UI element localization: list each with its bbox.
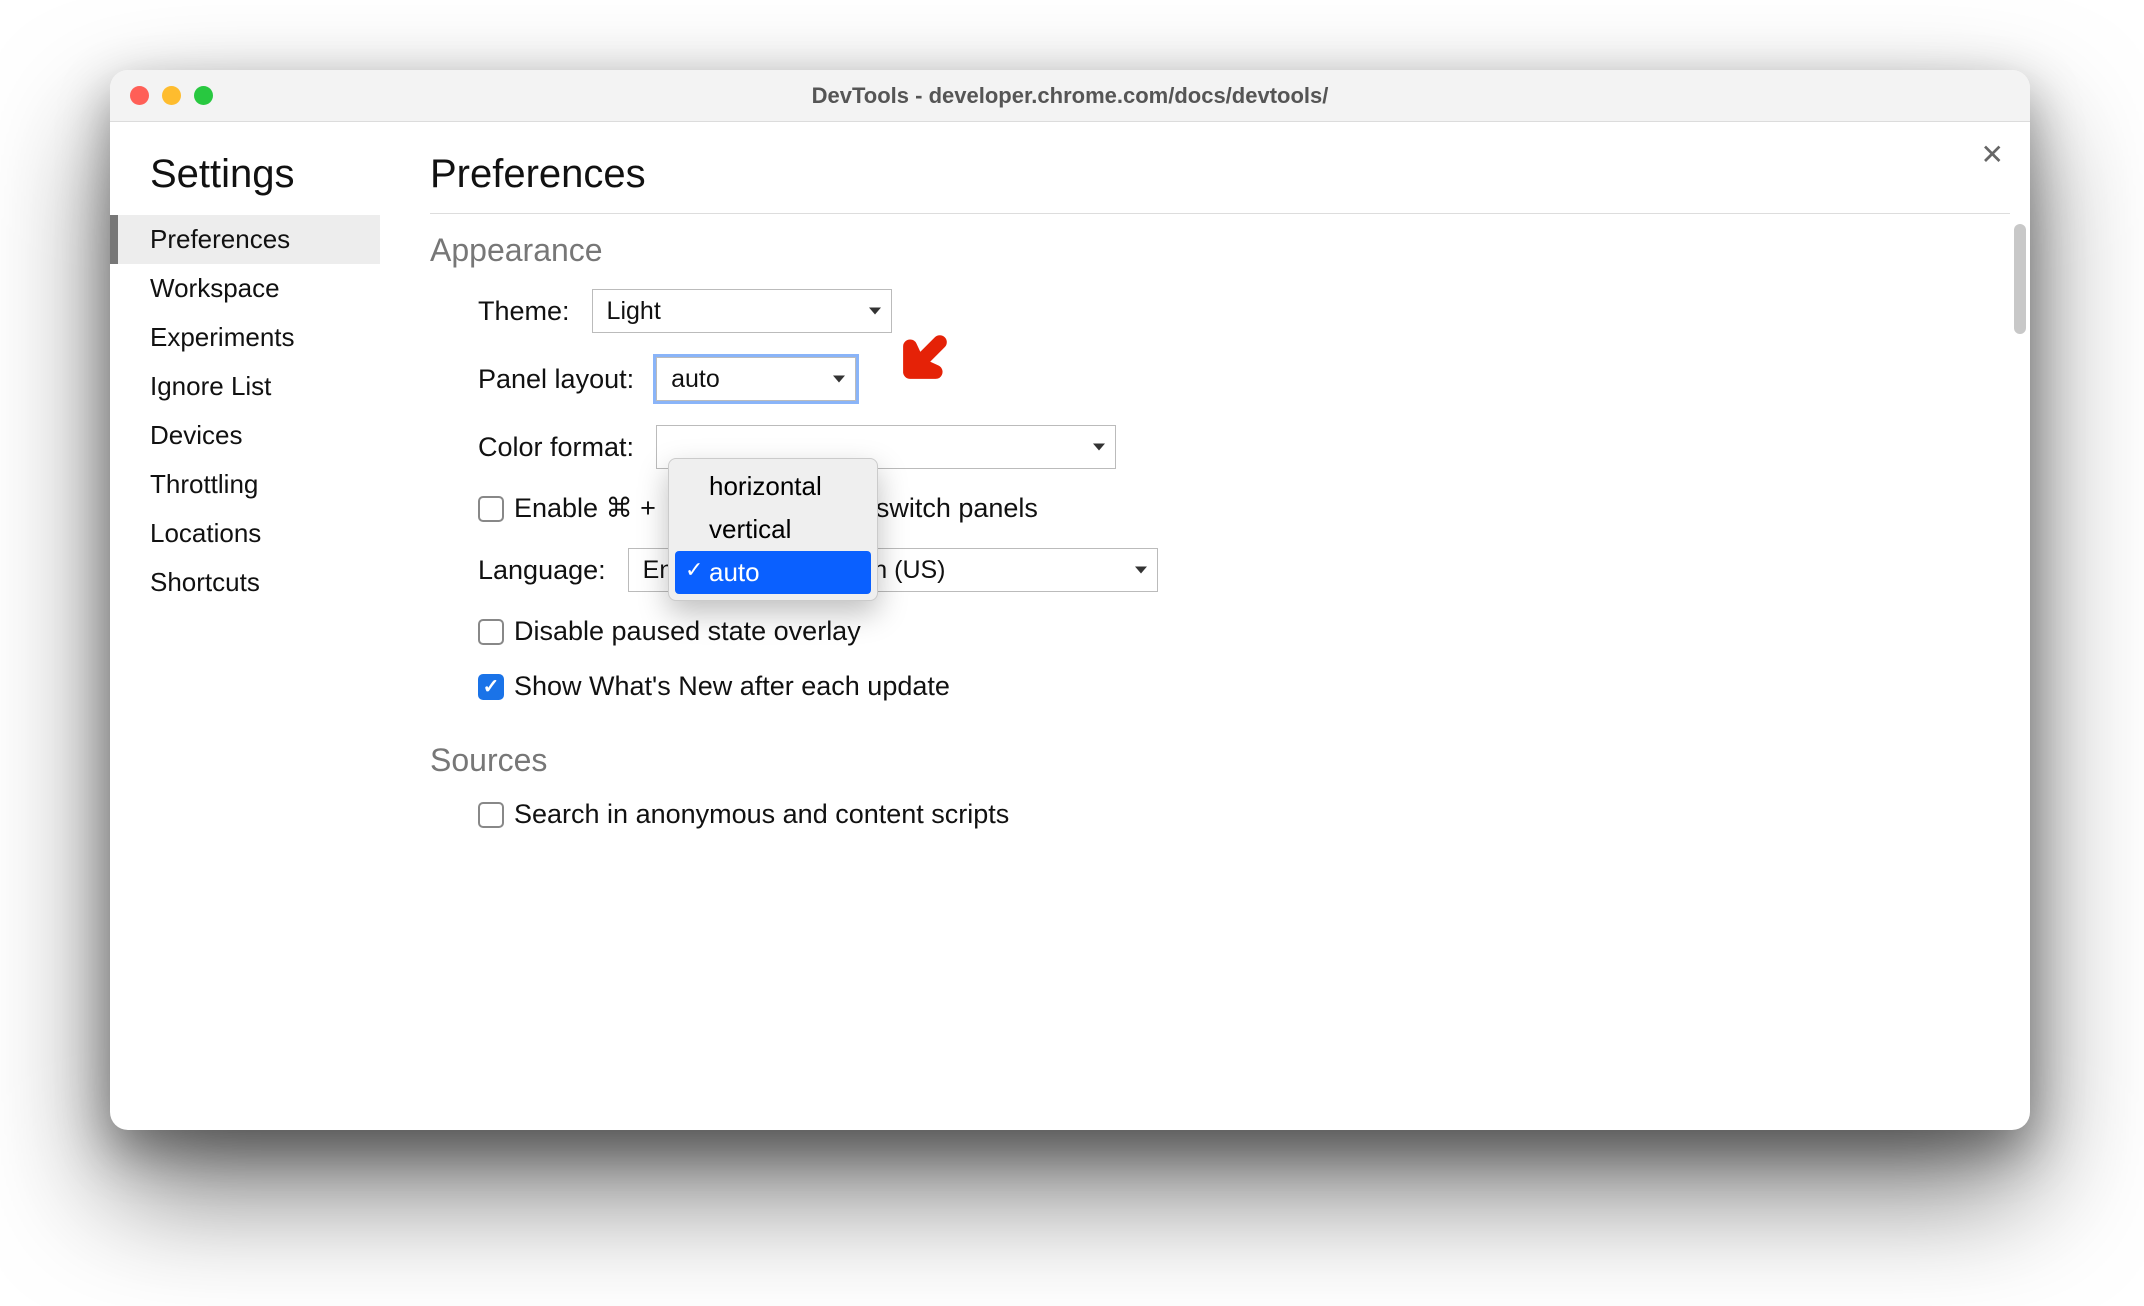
- color-format-row: Color format:: [430, 425, 2010, 469]
- sidebar-item-label: Workspace: [150, 273, 280, 303]
- close-icon[interactable]: ✕: [1981, 138, 2004, 171]
- page-title: Preferences: [430, 152, 2010, 197]
- language-row: Language: English (US) - English (US): [430, 548, 2010, 592]
- dropdown-option-auto[interactable]: auto: [675, 551, 871, 594]
- panel-layout-dropdown: horizontal vertical auto: [668, 458, 878, 601]
- sidebar-item-preferences[interactable]: Preferences: [110, 215, 380, 264]
- traffic-lights: [130, 86, 213, 105]
- sidebar-title: Settings: [110, 152, 380, 215]
- dropdown-option-label: vertical: [709, 514, 791, 544]
- language-label: Language:: [478, 555, 606, 586]
- panel-layout-label: Panel layout:: [478, 364, 634, 395]
- window: DevTools - developer.chrome.com/docs/dev…: [110, 70, 2030, 1130]
- show-whats-new-row: Show What's New after each update: [430, 671, 2010, 702]
- theme-select-value: Light: [607, 297, 661, 326]
- sidebar-item-throttling[interactable]: Throttling: [110, 460, 380, 509]
- sidebar: Settings Preferences Workspace Experimen…: [110, 122, 380, 1130]
- sidebar-item-label: Locations: [150, 518, 261, 548]
- dropdown-option-horizontal[interactable]: horizontal: [675, 465, 871, 508]
- sidebar-item-ignore-list[interactable]: Ignore List: [110, 362, 380, 411]
- sidebar-item-experiments[interactable]: Experiments: [110, 313, 380, 362]
- sidebar-item-devices[interactable]: Devices: [110, 411, 380, 460]
- section-header-sources: Sources: [430, 742, 2010, 779]
- sidebar-item-workspace[interactable]: Workspace: [110, 264, 380, 313]
- panel-layout-select-value: auto: [671, 365, 720, 394]
- chevron-down-icon: [833, 376, 845, 383]
- close-window-button[interactable]: [130, 86, 149, 105]
- sidebar-item-label: Devices: [150, 420, 242, 450]
- sidebar-item-shortcuts[interactable]: Shortcuts: [110, 558, 380, 607]
- theme-row: Theme: Light: [430, 289, 2010, 333]
- scrollbar[interactable]: [2014, 224, 2026, 334]
- divider: [430, 213, 2010, 214]
- panel-layout-row: Panel layout: auto: [430, 357, 2010, 401]
- titlebar: DevTools - developer.chrome.com/docs/dev…: [110, 70, 2030, 122]
- section-header-appearance: Appearance: [430, 232, 2010, 269]
- sidebar-item-label: Throttling: [150, 469, 258, 499]
- search-anon-label: Search in anonymous and content scripts: [514, 799, 1009, 830]
- disable-paused-checkbox[interactable]: [478, 619, 504, 645]
- enable-cmd-label-suffix: switch panels: [876, 493, 1038, 524]
- chevron-down-icon: [1093, 444, 1105, 451]
- dropdown-option-vertical[interactable]: vertical: [675, 508, 871, 551]
- enable-cmd-row: Enable ⌘ + switch panels: [430, 493, 2010, 524]
- preferences-panel: Preferences Appearance Theme: Light Pane…: [380, 122, 2030, 1130]
- disable-paused-row: Disable paused state overlay: [430, 616, 2010, 647]
- window-title: DevTools - developer.chrome.com/docs/dev…: [812, 83, 1329, 109]
- sidebar-item-label: Preferences: [150, 224, 290, 254]
- minimize-window-button[interactable]: [162, 86, 181, 105]
- search-anon-checkbox[interactable]: [478, 802, 504, 828]
- sidebar-item-label: Experiments: [150, 322, 295, 352]
- dropdown-option-label: horizontal: [709, 471, 822, 501]
- zoom-window-button[interactable]: [194, 86, 213, 105]
- panel-layout-select[interactable]: auto: [656, 357, 856, 401]
- show-whats-new-label: Show What's New after each update: [514, 671, 950, 702]
- sidebar-item-label: Shortcuts: [150, 567, 260, 597]
- disable-paused-label: Disable paused state overlay: [514, 616, 861, 647]
- content: ✕ Settings Preferences Workspace Experim…: [110, 122, 2030, 1130]
- sidebar-item-locations[interactable]: Locations: [110, 509, 380, 558]
- chevron-down-icon: [1135, 567, 1147, 574]
- enable-cmd-label-prefix: Enable ⌘ +: [514, 493, 656, 524]
- theme-label: Theme:: [478, 296, 570, 327]
- sidebar-item-label: Ignore List: [150, 371, 271, 401]
- chevron-down-icon: [869, 308, 881, 315]
- enable-cmd-checkbox[interactable]: [478, 496, 504, 522]
- color-format-label: Color format:: [478, 432, 634, 463]
- show-whats-new-checkbox[interactable]: [478, 674, 504, 700]
- dropdown-option-label: auto: [709, 557, 760, 587]
- search-anon-row: Search in anonymous and content scripts: [430, 799, 2010, 830]
- theme-select[interactable]: Light: [592, 289, 892, 333]
